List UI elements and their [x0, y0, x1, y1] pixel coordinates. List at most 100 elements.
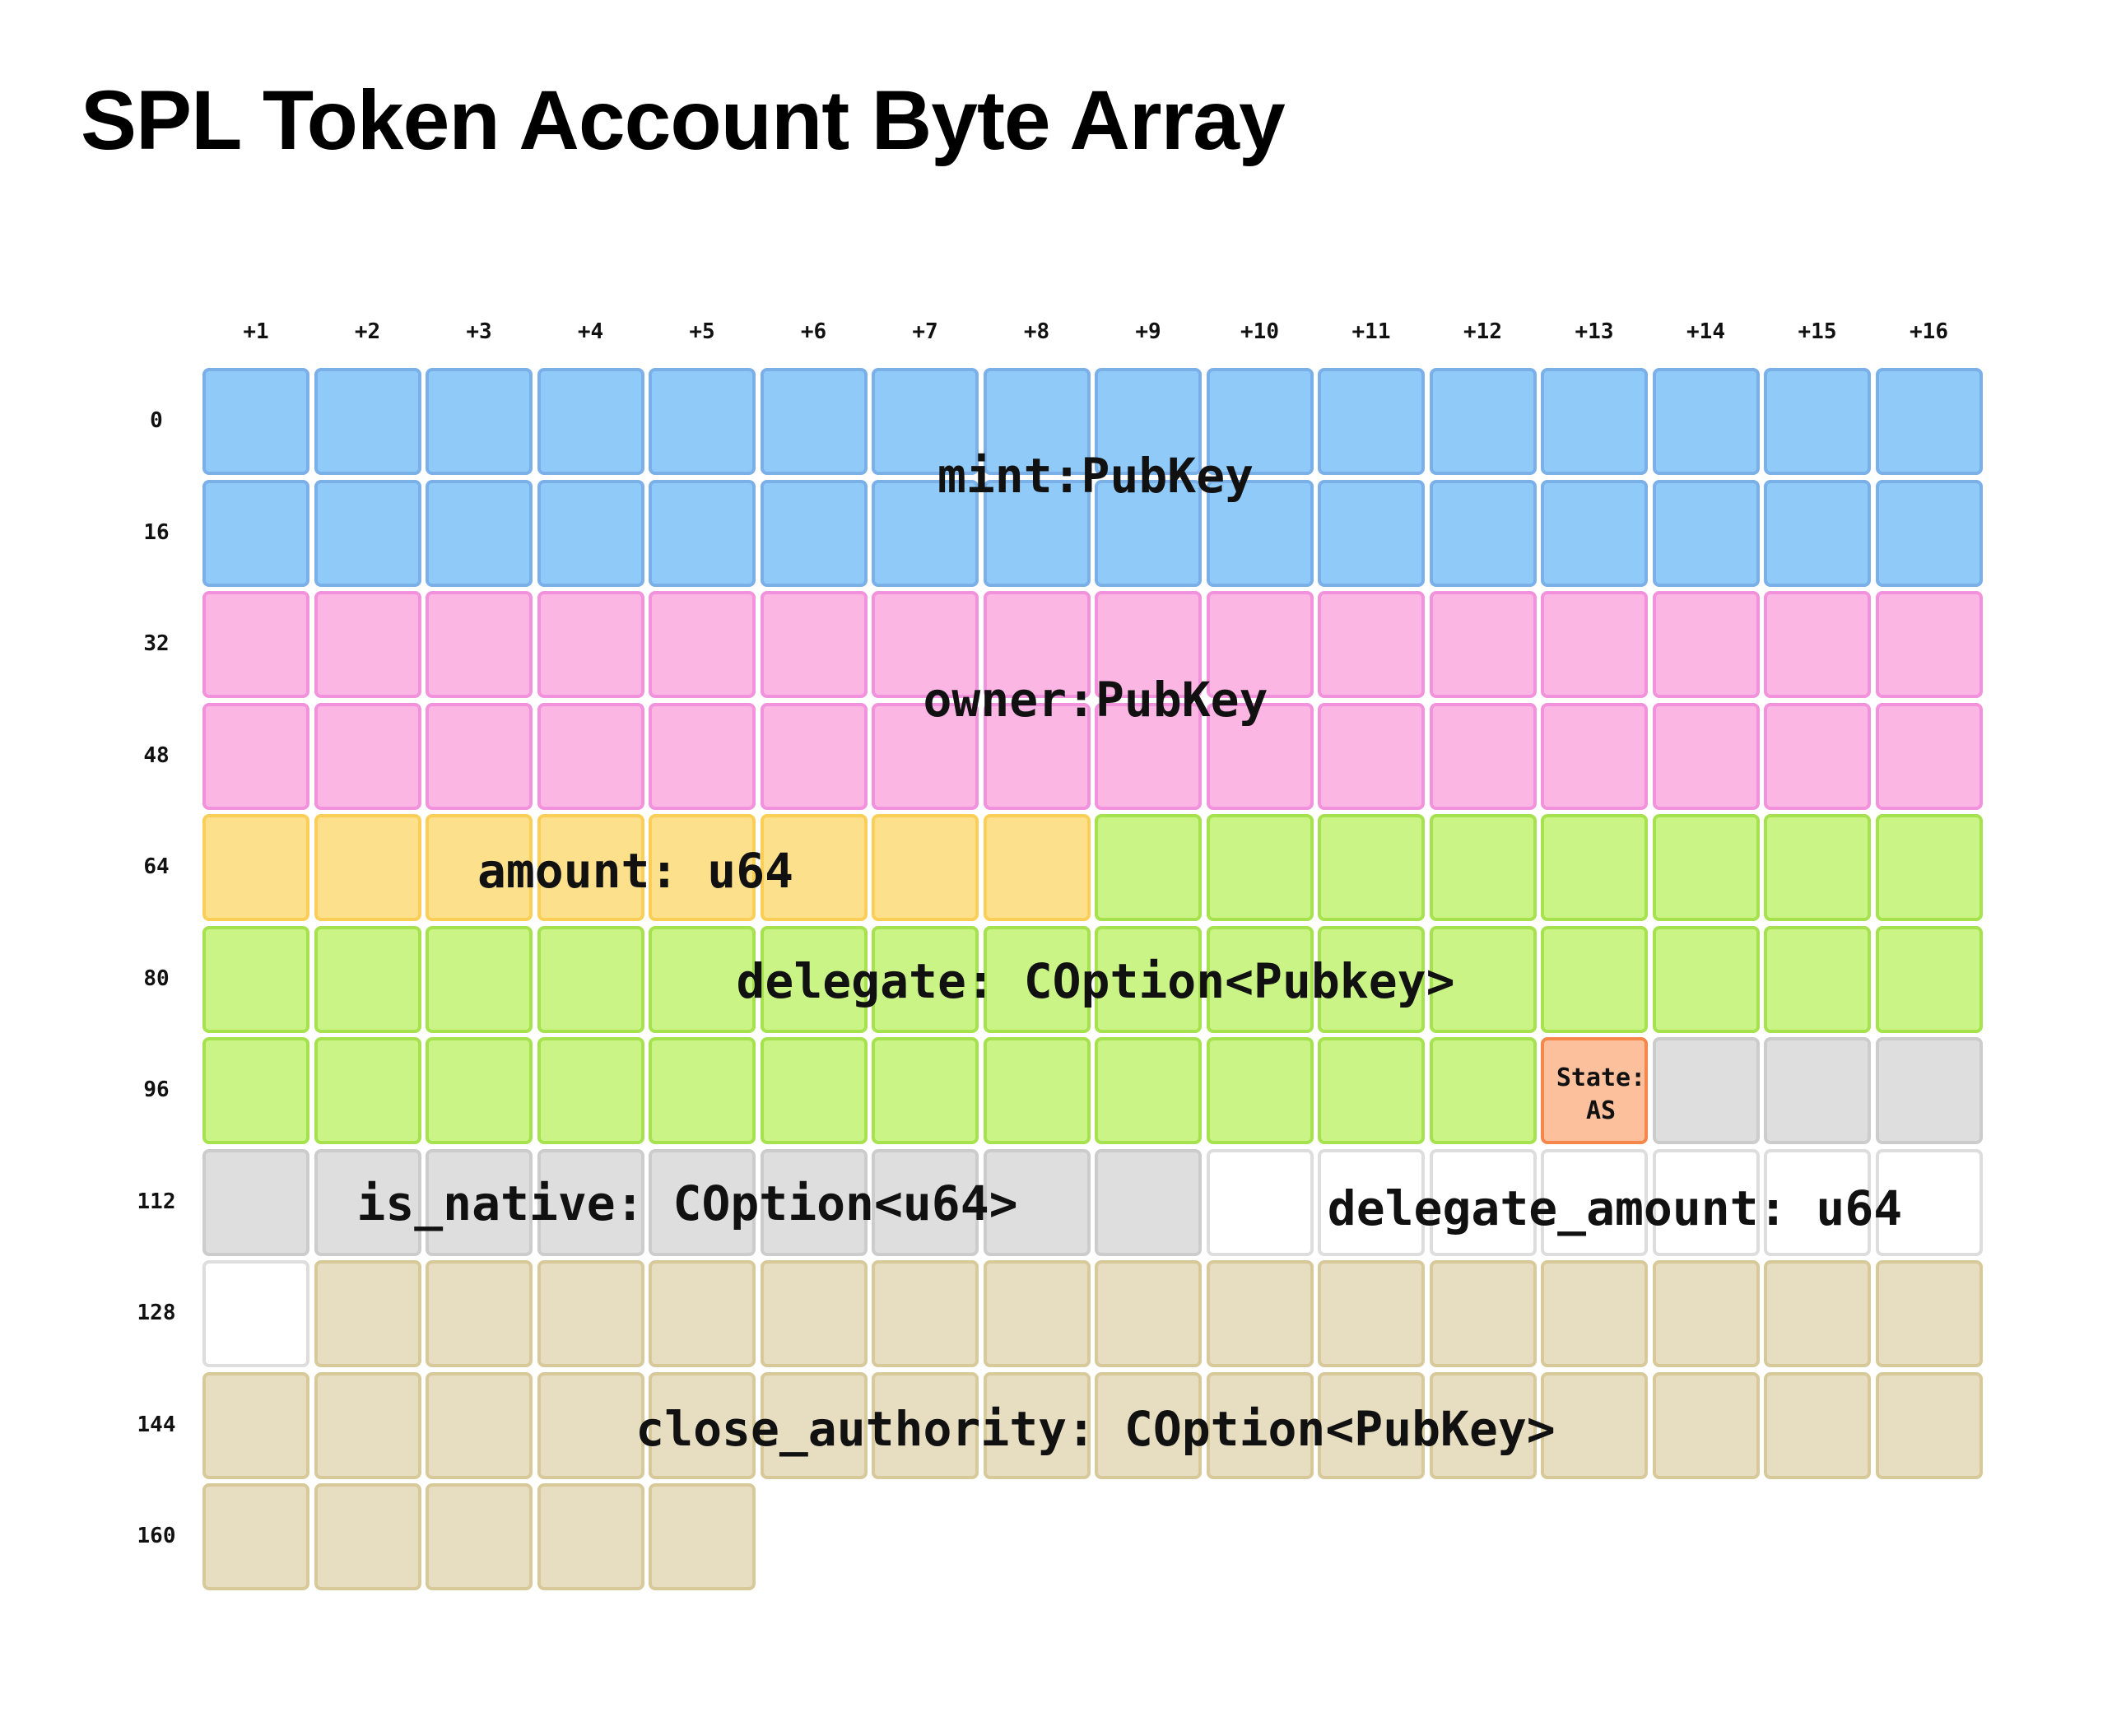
byte-cell-delegate — [202, 1037, 309, 1144]
byte-cell-owner — [649, 702, 756, 810]
byte-cell-mint — [760, 479, 868, 587]
byte-cell-owner — [314, 591, 421, 698]
byte-cell-delegate — [426, 1037, 533, 1144]
byte-cell-mint — [1764, 368, 1871, 475]
byte-cell-delegate — [314, 925, 421, 1033]
column-header: +6 — [800, 319, 827, 344]
byte-cell-mint — [760, 368, 868, 475]
byte-cell-mint — [1541, 368, 1648, 475]
byte-cell-close_authority — [1541, 1260, 1648, 1367]
byte-cell-mint — [1318, 479, 1425, 587]
row-header: 112 — [137, 1189, 176, 1214]
byte-cell-owner — [426, 591, 533, 698]
byte-cell-owner — [1541, 591, 1648, 698]
field-label-owner: owner:PubKey — [923, 672, 1268, 728]
byte-cell-owner — [649, 591, 756, 698]
field-label-delegate: delegate: COption<Pubkey> — [736, 953, 1455, 1009]
row-header: 160 — [137, 1524, 176, 1548]
byte-cell-mint — [1318, 368, 1425, 475]
byte-cell-close_authority — [426, 1260, 533, 1367]
column-header: +1 — [243, 319, 269, 344]
byte-cell-close_authority — [426, 1483, 533, 1590]
byte-cell-owner — [314, 702, 421, 810]
byte-cell-close_authority — [872, 1260, 979, 1367]
byte-cell-delegate — [1429, 1037, 1537, 1144]
byte-cell-owner — [760, 591, 868, 698]
row-header: 16 — [143, 519, 170, 545]
page-title: SPL Token Account Byte Array — [81, 73, 1286, 167]
byte-cell-owner — [537, 591, 644, 698]
byte-cell-owner — [1875, 702, 1983, 810]
column-header: +11 — [1351, 319, 1391, 344]
byte-cell-owner — [1764, 702, 1871, 810]
byte-cell-close_authority — [1318, 1260, 1425, 1367]
byte-cell-close_authority — [1429, 1260, 1537, 1367]
byte-cell-delegate — [1875, 925, 1983, 1033]
byte-cell-close_authority — [537, 1483, 644, 1590]
column-header: +2 — [354, 319, 381, 344]
field-label-mint: mint:PubKey — [937, 448, 1254, 504]
byte-cell-close_authority — [537, 1260, 644, 1367]
row-header: 64 — [143, 854, 170, 879]
byte-cell-delegate — [537, 925, 644, 1033]
row-header: 144 — [137, 1412, 176, 1437]
state-label: State: AS — [1556, 1062, 1645, 1128]
byte-cell-delegate — [1206, 814, 1314, 921]
byte-cell-delegate — [649, 1037, 756, 1144]
field-label-amount: amount: u64 — [477, 843, 794, 899]
byte-cell-close_authority — [426, 1371, 533, 1479]
byte-cell-close_authority — [202, 1483, 309, 1590]
row-header: 48 — [143, 742, 170, 768]
byte-cell-delegate — [1652, 814, 1760, 921]
byte-cell-owner — [1429, 591, 1537, 698]
row-header: 32 — [143, 631, 170, 656]
byte-cell-delegate — [1095, 814, 1202, 921]
column-header: +12 — [1463, 319, 1502, 344]
byte-cell-mint — [649, 479, 756, 587]
byte-cell-owner — [1429, 702, 1537, 810]
field-label-is-native: is_native: COption<u64> — [356, 1175, 1018, 1231]
byte-cell-mint — [314, 368, 421, 475]
row-header: 0 — [150, 408, 163, 433]
byte-cell-close_authority — [537, 1371, 644, 1479]
byte-cell-owner — [760, 702, 868, 810]
byte-cell-close_authority — [314, 1371, 421, 1479]
byte-cell-mint — [426, 479, 533, 587]
byte-cell-owner — [202, 702, 309, 810]
byte-cell-mint — [1429, 368, 1537, 475]
byte-cell-owner — [537, 702, 644, 810]
byte-cell-close_authority — [1206, 1260, 1314, 1367]
byte-cell-amount — [202, 814, 309, 921]
byte-cell-close_authority — [649, 1483, 756, 1590]
byte-cell-delegate — [1318, 814, 1425, 921]
byte-cell-delegate — [1541, 925, 1648, 1033]
row-header: 128 — [137, 1301, 176, 1325]
byte-cell-delegate — [1206, 1037, 1314, 1144]
column-header: +14 — [1686, 319, 1725, 344]
column-header: +8 — [1023, 319, 1050, 344]
byte-cell-is_native — [202, 1148, 309, 1256]
byte-cell-amount — [983, 814, 1091, 921]
column-header: +7 — [912, 319, 938, 344]
byte-cell-is_native — [1095, 1148, 1202, 1256]
byte-cell-close_authority — [1652, 1371, 1760, 1479]
byte-cell-delegate — [426, 925, 533, 1033]
byte-cell-delegate — [1541, 814, 1648, 921]
byte-cell-close_authority — [983, 1260, 1091, 1367]
byte-cell-delegate — [1652, 925, 1760, 1033]
column-header: +5 — [689, 319, 715, 344]
byte-cell-mint — [1764, 479, 1871, 587]
byte-cell-owner — [1318, 591, 1425, 698]
byte-cell-close_authority — [649, 1260, 756, 1367]
byte-cell-delegate — [1875, 814, 1983, 921]
byte-cell-owner — [426, 702, 533, 810]
state-label-line1: State: — [1556, 1063, 1646, 1092]
byte-cell-owner — [202, 591, 309, 698]
field-label-delegate-amount: delegate_amount: u64 — [1327, 1180, 1903, 1236]
byte-cell-close_authority — [1875, 1260, 1983, 1367]
byte-cell-delegate_amount — [1206, 1148, 1314, 1256]
byte-cell-close_authority — [1764, 1371, 1871, 1479]
byte-cell-delegate — [1764, 814, 1871, 921]
byte-cell-close_authority — [314, 1483, 421, 1590]
byte-cell-is_native — [1875, 1037, 1983, 1144]
